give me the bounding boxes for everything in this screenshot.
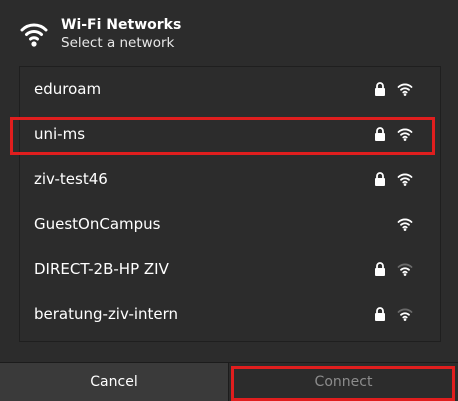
wifi-signal-strong-icon [397, 83, 413, 96]
network-row-uni-ms[interactable]: uni-ms [20, 112, 440, 157]
wifi-signal-strong-icon [397, 173, 413, 186]
network-name: GuestOnCampus [34, 215, 161, 233]
wifi-signal-strong-icon [397, 128, 413, 141]
network-name: uni-ms [34, 125, 86, 143]
wifi-icon [20, 23, 48, 47]
network-name: beratung-ziv-intern [34, 305, 179, 323]
lock-icon [375, 307, 385, 321]
network-row-beratung-ziv-intern[interactable]: beratung-ziv-intern [20, 292, 440, 337]
network-row-guestoncampus[interactable]: GuestOnCampus [20, 202, 440, 247]
wifi-signal-medium-icon [397, 308, 413, 321]
lock-icon [375, 262, 385, 276]
wifi-signal-strong-icon [397, 218, 413, 231]
lock-icon [375, 172, 385, 186]
dialog-title: Wi-Fi Networks [61, 17, 182, 33]
network-name: eduroam [34, 80, 102, 98]
network-row-eduroam[interactable]: eduroam [20, 67, 440, 112]
lock-icon [375, 82, 385, 96]
network-row-direct-2b-hp-ziv[interactable]: DIRECT-2B-HP ZIV [20, 247, 440, 292]
connect-button[interactable]: Connect [229, 363, 458, 401]
network-row-ziv-test46[interactable]: ziv-test46 [20, 157, 440, 202]
lock-icon [375, 127, 385, 141]
dialog-footer: Cancel Connect [0, 362, 458, 401]
dialog-header: Wi-Fi Networks Select a network [0, 0, 458, 62]
network-name: ziv-test46 [34, 170, 108, 188]
cancel-button[interactable]: Cancel [0, 363, 229, 401]
wifi-networks-dialog: Wi-Fi Networks Select a network eduroam … [0, 0, 458, 401]
network-list: eduroam uni-ms ziv-test46 GuestOnCampus … [19, 66, 441, 342]
network-name: DIRECT-2B-HP ZIV [34, 260, 169, 278]
wifi-signal-medium-icon [397, 263, 413, 276]
dialog-subtitle: Select a network [61, 35, 175, 51]
